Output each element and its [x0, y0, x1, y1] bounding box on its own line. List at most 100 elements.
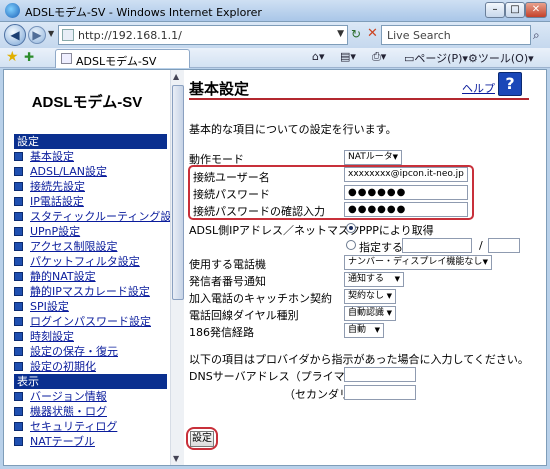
maximize-button[interactable]: □	[505, 2, 525, 18]
scroll-down-icon[interactable]: ▼	[173, 454, 179, 463]
sidebar-settings-item[interactable]: アクセス制限設定	[14, 239, 182, 254]
square-bullet-icon	[14, 407, 23, 416]
minimize-button[interactable]: –	[485, 2, 505, 18]
sidebar-scrollbar[interactable]: ▲ ▼	[170, 70, 184, 465]
ip-separator: /	[479, 239, 483, 252]
sidebar-settings-link[interactable]: 設定の初期化	[30, 360, 96, 373]
netmask-field[interactable]	[488, 238, 520, 253]
phone-label: 使用する電話機	[189, 258, 266, 271]
phone-select[interactable]: ナンバー・ディスプレイ機能なし ▼	[344, 255, 492, 270]
sidebar-settings-link[interactable]: 静的IPマスカレード設定	[30, 285, 150, 298]
sidebar-settings-item[interactable]: スタティックルーティング設定	[14, 209, 182, 224]
sidebar-settings-link[interactable]: SPI設定	[30, 300, 69, 313]
square-bullet-icon	[14, 317, 23, 326]
close-button[interactable]: ✕	[525, 2, 547, 18]
page-menu[interactable]: ▭ページ(P)▾	[404, 50, 468, 66]
main-panel: 基本設定 ヘルプ ? 基本的な項目についての設定を行います。 動作モード NAT…	[186, 70, 546, 465]
home-icon[interactable]: ⌂▾	[312, 50, 325, 63]
sidebar-settings-item[interactable]: IP電話設定	[14, 194, 182, 209]
sidebar-settings-link[interactable]: ADSL/LAN設定	[30, 165, 107, 178]
scroll-up-icon[interactable]: ▲	[173, 72, 179, 81]
scroll-thumb[interactable]	[172, 85, 184, 300]
ip-specify-radio[interactable]	[346, 240, 356, 250]
username-field[interactable]: xxxxxxxx@ipcon.it-neo.jp	[344, 167, 468, 182]
sidebar-display-item[interactable]: NATテーブル	[14, 434, 117, 449]
favorites-star-icon[interactable]: ★	[6, 49, 19, 65]
sidebar-display-link[interactable]: 機器状態・ログ	[30, 405, 107, 418]
dns-primary-field[interactable]	[344, 367, 416, 382]
add-favorite-icon[interactable]: ✚	[24, 50, 34, 64]
sidebar-settings-item[interactable]: 設定の保存・復元	[14, 344, 182, 359]
help-icon[interactable]: ?	[498, 72, 522, 96]
tab-adsl-modem[interactable]: ADSLモデム-SV	[55, 49, 190, 68]
tab-bar: ★ ✚ ADSLモデム-SV ⌂▾ ▤▾ ⎙▾ ▭ページ(P)▾ ⚙ツール(O)…	[0, 48, 550, 68]
history-dropdown-icon[interactable]: ▼	[48, 29, 54, 38]
sidebar-settings-item[interactable]: 静的IPマスカレード設定	[14, 284, 182, 299]
route186-label: 186発信経路	[189, 326, 254, 339]
refresh-icon[interactable]: ↻	[351, 27, 361, 41]
search-icon[interactable]: ⌕	[533, 28, 540, 43]
sidebar-settings-link[interactable]: スタティックルーティング設定	[30, 210, 182, 223]
sidebar-settings-link[interactable]: ログインパスワード設定	[30, 315, 151, 328]
back-button[interactable]: ◀	[4, 24, 26, 46]
sidebar-display-item[interactable]: 機器状態・ログ	[14, 404, 117, 419]
sidebar-display-item[interactable]: セキュリティログ	[14, 419, 117, 434]
tab-page-icon	[61, 53, 72, 64]
password-field[interactable]: ●●●●●●	[344, 185, 468, 200]
help-link[interactable]: ヘルプ	[462, 80, 495, 96]
callerid-select[interactable]: 通知する ▼	[344, 272, 404, 287]
chevron-down-icon: ▼	[374, 326, 380, 334]
phone-value: ナンバー・ディスプレイ機能なし	[348, 257, 483, 267]
sidebar-settings-item[interactable]: パケットフィルタ設定	[14, 254, 182, 269]
address-bar[interactable]: http://192.168.1.1/ ▼	[58, 25, 348, 45]
sidebar-settings-link[interactable]: UPnP設定	[30, 225, 80, 238]
sidebar-settings-item[interactable]: 設定の初期化	[14, 359, 182, 374]
sidebar-settings-item[interactable]: SPI設定	[14, 299, 182, 314]
tools-menu[interactable]: ⚙ツール(O)▾	[468, 50, 534, 66]
ip-ppp-radio[interactable]	[346, 223, 356, 233]
sidebar-settings-item[interactable]: ADSL/LAN設定	[14, 164, 182, 179]
sidebar-settings-link[interactable]: IP電話設定	[30, 195, 84, 208]
sidebar-display-link[interactable]: NATテーブル	[30, 435, 95, 448]
forward-button[interactable]: ▶	[28, 26, 46, 44]
submit-button[interactable]: 設定	[190, 431, 214, 447]
sidebar-settings-link[interactable]: アクセス制限設定	[30, 240, 117, 253]
square-bullet-icon	[14, 347, 23, 356]
square-bullet-icon	[14, 422, 23, 431]
stop-icon[interactable]: ✕	[367, 26, 378, 41]
sidebar-display-link[interactable]: バージョン情報	[30, 390, 107, 403]
callerid-label: 発信者番号通知	[189, 275, 266, 288]
square-bullet-icon	[14, 437, 23, 446]
sidebar-settings-link[interactable]: 静的NAT設定	[30, 270, 96, 283]
route186-select[interactable]: 自動 ▼	[344, 323, 384, 338]
print-icon[interactable]: ⎙▾	[372, 50, 386, 64]
sidebar-settings-link[interactable]: 基本設定	[30, 150, 74, 163]
feeds-icon[interactable]: ▤▾	[340, 50, 356, 63]
sidebar-settings-link[interactable]: 時刻設定	[30, 330, 74, 343]
sidebar-settings-item[interactable]: 静的NAT設定	[14, 269, 182, 284]
sidebar-settings-link[interactable]: 設定の保存・復元	[30, 345, 118, 358]
sidebar-settings-item[interactable]: UPnP設定	[14, 224, 182, 239]
password-confirm-field[interactable]: ●●●●●●	[344, 202, 468, 217]
sidebar-settings-item[interactable]: 接続先設定	[14, 179, 182, 194]
ip-address-field[interactable]	[402, 238, 472, 253]
sidebar-settings-link[interactable]: 接続先設定	[30, 180, 85, 193]
sidebar-settings-link[interactable]: パケットフィルタ設定	[30, 255, 140, 268]
sidebar-display-item[interactable]: バージョン情報	[14, 389, 117, 404]
address-dropdown-icon[interactable]: ▼	[337, 29, 344, 39]
dns-secondary-field[interactable]	[344, 385, 416, 400]
catchphone-select[interactable]: 契約なし ▼	[344, 289, 396, 304]
square-bullet-icon	[14, 332, 23, 341]
sidebar-settings-item[interactable]: 時刻設定	[14, 329, 182, 344]
square-bullet-icon	[14, 212, 23, 221]
search-input[interactable]: Live Search	[381, 25, 531, 45]
sidebar-settings-item[interactable]: ログインパスワード設定	[14, 314, 182, 329]
square-bullet-icon	[14, 272, 23, 281]
settings-section-header: 設定	[14, 134, 167, 149]
sidebar-display-link[interactable]: セキュリティログ	[30, 420, 117, 433]
mode-select[interactable]: NATルータ ▼	[344, 150, 402, 165]
route186-value: 自動	[348, 325, 367, 335]
dialtype-select[interactable]: 自動認識 ▼	[344, 306, 396, 321]
display-nav-list: バージョン情報 機器状態・ログ セキュリティログ NATテーブル	[14, 389, 117, 449]
sidebar-settings-item[interactable]: 基本設定	[14, 149, 182, 164]
